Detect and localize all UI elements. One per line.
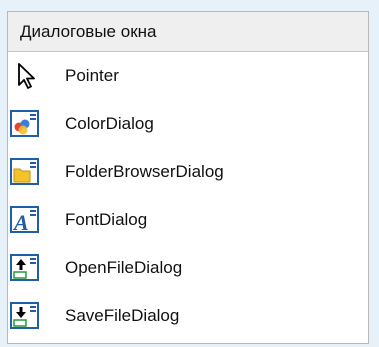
toolbox-item-colordialog[interactable]: ColorDialog — [8, 100, 368, 148]
toolbox-group-title: Диалоговые окна — [20, 21, 157, 41]
toolbox-panel: Диалоговые окна Pointer ColorDialog Fold… — [7, 11, 369, 344]
toolbox-item-pointer[interactable]: Pointer — [8, 52, 368, 100]
pointer-arrow-icon — [10, 61, 40, 91]
toolbox-item-openfiledialog[interactable]: OpenFileDialog — [8, 244, 368, 292]
toolbox-item-label: FolderBrowserDialog — [65, 162, 224, 181]
toolbox-group-header[interactable]: Диалоговые окна — [8, 12, 368, 52]
toolbox-item-label: Pointer — [65, 66, 119, 85]
toolbox-item-label: SaveFileDialog — [65, 306, 180, 325]
toolbox-item-label: ColorDialog — [65, 114, 154, 133]
font-dialog-icon: A — [10, 205, 40, 235]
toolbox-item-fontdialog[interactable]: A FontDialog — [8, 196, 368, 244]
save-file-dialog-icon — [10, 301, 40, 331]
folder-browser-dialog-icon — [10, 157, 40, 187]
toolbox-item-folderbrowserdialog[interactable]: FolderBrowserDialog — [8, 148, 368, 196]
svg-text:A: A — [12, 210, 29, 235]
open-file-dialog-icon — [10, 253, 40, 283]
toolbox-item-savefiledialog[interactable]: SaveFileDialog — [8, 292, 368, 340]
toolbox-item-label: OpenFileDialog — [65, 258, 183, 277]
color-dialog-icon — [10, 109, 40, 139]
toolbox-item-label: FontDialog — [65, 210, 148, 229]
